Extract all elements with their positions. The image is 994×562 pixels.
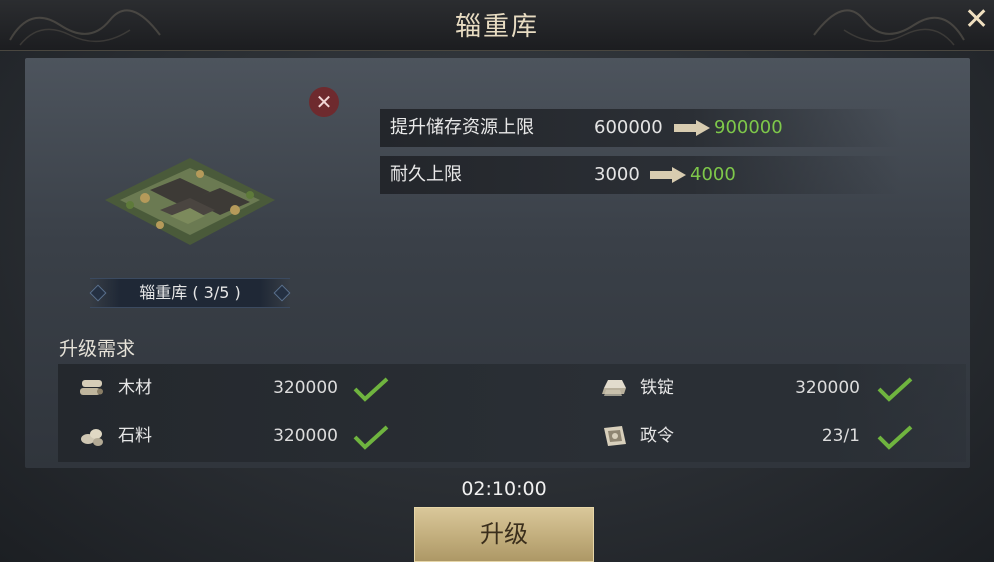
title-bar: 辎重库 ✕	[0, 0, 994, 51]
stat-new-value: 4000	[690, 164, 736, 185]
page-title: 辎重库	[454, 12, 539, 42]
stat-label: 耐久上限	[390, 164, 462, 185]
requirement-amount: 320000	[795, 378, 860, 398]
check-icon	[353, 377, 389, 402]
diamond-ornament-icon	[89, 284, 107, 302]
requirements-title: 升级需求	[59, 338, 136, 360]
diamond-ornament-icon	[273, 284, 291, 302]
upgrade-button[interactable]: 升级	[414, 507, 594, 562]
remove-icon[interactable]: ✕	[309, 87, 339, 117]
requirement-amount: 320000	[273, 426, 338, 446]
wood-icon	[80, 380, 103, 395]
building-name-label: 辎重库 ( 3/5 )	[139, 283, 241, 302]
stat-row-storage: 提升储存资源上限 600000 900000	[380, 109, 900, 147]
upgrade-timer: 02:10:00	[461, 478, 547, 500]
requirement-iron: 铁锭 320000	[600, 368, 930, 408]
check-icon	[877, 377, 913, 402]
requirement-name: 政令	[640, 426, 674, 446]
building-name-plate: 辎重库 ( 3/5 )	[89, 278, 291, 308]
decree-icon	[604, 426, 626, 446]
requirements-box: 木材 320000 石料 320000 铁锭 320000 政令 23/1	[58, 364, 966, 462]
stat-old-value: 3000	[594, 164, 640, 185]
warehouse-building-icon	[105, 158, 275, 245]
stone-icon	[81, 429, 103, 446]
iron-ingot-icon	[602, 380, 626, 396]
check-icon	[877, 425, 913, 450]
stat-row-durability: 耐久上限 3000 4000	[380, 156, 900, 194]
requirement-name: 石料	[118, 426, 152, 446]
stat-label: 提升储存资源上限	[390, 117, 534, 138]
arrow-right-icon	[650, 167, 686, 183]
requirement-wood: 木材 320000	[78, 368, 398, 408]
stat-old-value: 600000	[594, 117, 663, 138]
check-icon	[353, 425, 389, 450]
stat-new-value: 900000	[714, 117, 783, 138]
requirement-stone: 石料 320000	[78, 416, 398, 456]
close-icon[interactable]: ✕	[964, 2, 990, 38]
requirement-name: 木材	[118, 378, 152, 398]
requirement-amount: 23/1	[821, 426, 860, 446]
arrow-right-icon	[674, 120, 710, 136]
requirement-amount: 320000	[273, 378, 338, 398]
requirement-decree: 政令 23/1	[600, 416, 930, 456]
requirement-name: 铁锭	[640, 378, 674, 398]
